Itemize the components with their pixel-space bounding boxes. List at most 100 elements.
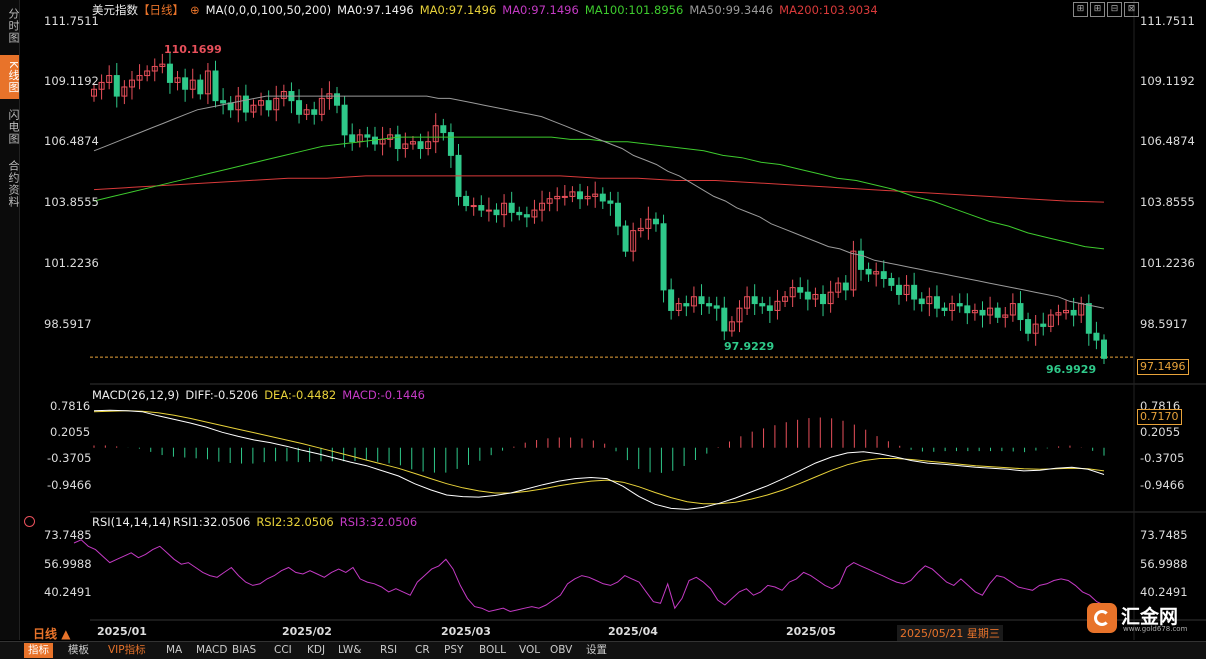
sidebar-tab-2[interactable]: 闪电图	[0, 103, 20, 151]
candle-body	[956, 303, 963, 307]
candle-body	[994, 307, 1001, 318]
ma-yellow-value: MA0:97.1496	[419, 3, 497, 17]
ma50-line	[93, 95, 1105, 309]
price-tick-right: 111.7511	[1140, 14, 1195, 28]
indicator-tab[interactable]: MACD	[192, 643, 231, 658]
candle-body	[820, 293, 827, 305]
rsi3-value: RSI3:32.0506	[339, 515, 418, 529]
rsi-settings-icon[interactable]	[24, 516, 35, 527]
candle-body	[1025, 319, 1032, 334]
rsi-tick-right: 40.2491	[1140, 585, 1188, 599]
macd-tick-left: 0.2055	[50, 425, 91, 439]
candle-body	[478, 205, 485, 211]
indicator-tab[interactable]: VIP指标	[104, 643, 150, 658]
candle-body	[614, 202, 621, 227]
candle-body	[766, 305, 773, 311]
candle-body	[577, 191, 584, 200]
circle-plus-icon[interactable]: ⊕	[190, 3, 200, 17]
current-price-tag: 97.1496	[1137, 359, 1189, 375]
candle-body	[964, 305, 971, 314]
candle-body	[622, 225, 629, 252]
period-footer-label: 日线	[33, 627, 58, 641]
restore-icon[interactable]: ⊟	[1107, 2, 1122, 17]
macd-tick-right: -0.9466	[1140, 478, 1185, 492]
candle-body	[463, 195, 470, 207]
rsi-tick-left: 40.2491	[44, 585, 92, 599]
candle-body	[706, 303, 713, 307]
candle-body	[440, 125, 447, 134]
period-footer[interactable]: 日线 ▲	[33, 625, 70, 642]
indicator-tab[interactable]: MA	[162, 643, 186, 658]
indicator-tab[interactable]: OBV	[546, 643, 576, 658]
candle-body	[1040, 323, 1047, 327]
indicator-tab[interactable]: BIAS	[228, 643, 260, 658]
indicator-tab[interactable]: CR	[411, 643, 434, 658]
period-label[interactable]: 【日线】	[138, 3, 184, 17]
candle-body	[516, 211, 523, 216]
candle-body	[911, 284, 918, 300]
rsi-header: RSI(14,14,14) RSI1:32.0506 RSI2:32.0506 RSI…	[92, 515, 423, 529]
candle-body	[607, 200, 614, 204]
candle-body	[561, 195, 568, 198]
candle-body	[660, 223, 667, 291]
crosshair-date: 2025/05/21 星期三	[897, 625, 1003, 641]
candle-body	[895, 284, 902, 295]
ma-param[interactable]: MA(0,0,0,100,50,200)	[206, 3, 332, 17]
indicator-toolbar: 指标 模板 VIP指标 MA MACD BIAS CCI KDJ LW& RSI CR PSY BOLL…	[0, 641, 1206, 659]
expand-icon[interactable]: ⊞	[1090, 2, 1105, 17]
candle-body	[311, 109, 318, 115]
indicator-tab[interactable]: BOLL	[475, 643, 510, 658]
candle-body	[113, 75, 120, 97]
candle-body	[751, 296, 758, 305]
rsi-tick-right: 56.9988	[1140, 557, 1188, 571]
candle-body	[698, 296, 705, 305]
candle-body	[447, 132, 454, 156]
price-tick-left: 103.8555	[44, 195, 99, 209]
candle-body	[1017, 303, 1024, 321]
indicator-tab[interactable]: RSI	[376, 643, 401, 658]
candle-body	[1085, 303, 1092, 334]
sidebar-tab-1[interactable]: K线图	[0, 55, 20, 99]
candle-body	[652, 218, 659, 225]
indicator-tab[interactable]: 模板	[64, 643, 93, 658]
candle-body	[842, 282, 849, 291]
rsi-line	[73, 539, 1105, 613]
macd-title[interactable]: MACD(26,12,9)	[92, 388, 179, 402]
macd-tick-right: 0.2055	[1140, 425, 1181, 439]
ma200-line	[93, 175, 1105, 203]
indicator-tab[interactable]: LW&	[334, 643, 365, 658]
x-tick-label: 2025/04	[608, 625, 658, 638]
main-header: 美元指数【日线】 ⊕ MA(0,0,0,100,50,200) MA0:97.1496…	[92, 2, 884, 18]
instrument-title: 美元指数	[92, 3, 138, 17]
candle-body	[242, 95, 249, 113]
indicator-tab[interactable]: 设置	[582, 643, 611, 658]
x-tick-label: 2025/01	[97, 625, 147, 638]
candle-body	[1093, 332, 1100, 341]
candle-body	[857, 250, 864, 270]
candle-body	[668, 289, 675, 311]
ma-main-value: MA0:97.1496	[337, 3, 414, 17]
indicator-tab[interactable]: 指标	[24, 643, 53, 658]
indicator-tab[interactable]: KDJ	[303, 643, 329, 658]
indicator-tab[interactable]: CCI	[270, 643, 296, 658]
rsi-tick-right: 73.7485	[1140, 528, 1188, 542]
gold678-logo: 汇金网 www.gold678.com	[1087, 603, 1191, 635]
price-tick-right: 101.2236	[1140, 256, 1195, 270]
macd-tick-left: 0.7816	[50, 399, 91, 413]
sidebar-tab-3[interactable]: 合约资料	[0, 155, 20, 213]
sidebar: 分时图 K线图闪电图合约资料	[0, 0, 20, 640]
rsi-title[interactable]: RSI(14,14,14)	[92, 515, 171, 529]
caret-up-icon: ▲	[61, 627, 71, 641]
candle-body	[933, 296, 940, 309]
candle-body	[341, 104, 348, 136]
candle-body	[880, 271, 887, 280]
sidebar-tab-0[interactable]: 分时图	[0, 2, 20, 50]
chart-canvas[interactable]	[20, 0, 1206, 640]
maximize-icon[interactable]: ⊞	[1073, 2, 1088, 17]
indicator-tab[interactable]: PSY	[440, 643, 467, 658]
macd-tick-right: -0.3705	[1140, 451, 1185, 465]
close-panel-icon[interactable]: ⊠	[1124, 2, 1139, 17]
ma100-line	[93, 136, 1105, 250]
indicator-tab[interactable]: VOL	[515, 643, 544, 658]
candle-body	[523, 214, 530, 218]
